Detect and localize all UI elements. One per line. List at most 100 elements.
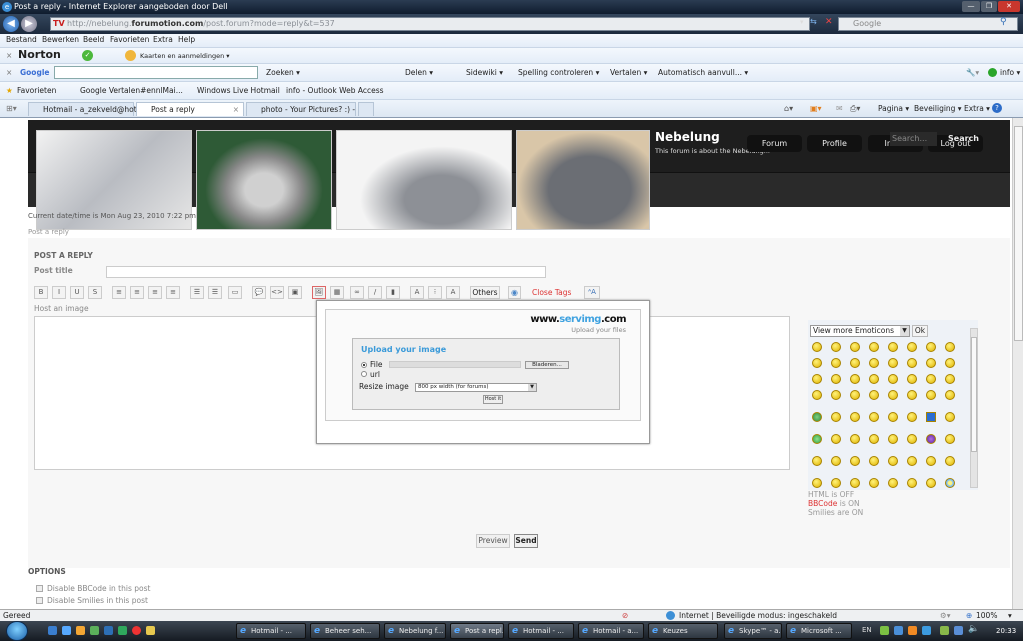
page-scrollbar[interactable]: [1012, 118, 1023, 609]
emoticon-icon[interactable]: [945, 478, 955, 488]
settings-icon[interactable]: ⚙▾: [940, 610, 951, 621]
nav-profile[interactable]: Profile: [807, 135, 862, 152]
emoticon-icon[interactable]: [926, 434, 936, 444]
emoticon-icon[interactable]: [812, 342, 822, 352]
page-scroll-thumb[interactable]: [1014, 126, 1023, 341]
bbcode-link[interactable]: BBCode: [808, 499, 837, 508]
tab-hotmail[interactable]: Hotmail - a_zekveld@hot...: [28, 102, 144, 116]
align-center-button[interactable]: ≡: [130, 286, 144, 299]
zoom-icon[interactable]: ⊕: [966, 610, 972, 621]
google-info[interactable]: info ▾: [1000, 67, 1020, 79]
emoticon-icon[interactable]: [812, 434, 822, 444]
window-switch-icon[interactable]: [104, 626, 113, 635]
media-player-icon[interactable]: [76, 626, 85, 635]
forum-search-input[interactable]: Search...: [890, 132, 937, 146]
emoticons-ok-button[interactable]: Ok: [912, 325, 928, 337]
emoticon-icon[interactable]: [926, 358, 936, 368]
emoticon-icon[interactable]: [869, 434, 879, 444]
emoticon-icon[interactable]: [869, 478, 879, 488]
emoticon-icon[interactable]: [888, 358, 898, 368]
address-input[interactable]: TV http://nebelung.forumotion.com/post.f…: [50, 17, 810, 31]
emoticons-scrollbar[interactable]: [970, 328, 978, 488]
google-search-input[interactable]: [54, 66, 258, 79]
preview-button[interactable]: Preview: [476, 534, 510, 548]
line-button[interactable]: ▭: [228, 286, 242, 299]
favorite-outlook[interactable]: info - Outlook Web Access: [286, 85, 384, 97]
bullet-list-button[interactable]: ☰: [190, 286, 204, 299]
emoticon-icon[interactable]: [850, 342, 860, 352]
emoticon-icon[interactable]: [831, 390, 841, 400]
restore-button[interactable]: ❐: [981, 1, 997, 12]
refresh-icon[interactable]: ⇆: [810, 17, 817, 26]
taskbar-task[interactable]: Nebelung f...: [384, 623, 446, 639]
mail-icon[interactable]: ✉: [836, 104, 843, 113]
zoom-level[interactable]: 100%: [976, 610, 997, 621]
emoticon-icon[interactable]: [812, 358, 822, 368]
emoticon-icon[interactable]: [945, 456, 955, 466]
forward-button[interactable]: ▶: [21, 16, 37, 32]
file-path-input[interactable]: [389, 361, 521, 368]
popup-blocker-icon[interactable]: ⊘: [622, 610, 628, 621]
tab-post-a-reply[interactable]: Post a reply ×: [136, 102, 244, 116]
emoticon-icon[interactable]: [812, 390, 822, 400]
taskbar-task[interactable]: Keuzes: [648, 623, 718, 639]
font-button[interactable]: ⁝: [428, 286, 442, 299]
emoticon-icon[interactable]: [888, 412, 898, 422]
checkbox[interactable]: [36, 585, 43, 592]
justify-button[interactable]: ≡: [166, 286, 180, 299]
google-vertalen[interactable]: Vertalen ▾: [610, 67, 647, 79]
wrench-icon[interactable]: 🔧▾: [966, 67, 979, 79]
emoticons-select[interactable]: View more Emoticons ▼: [810, 325, 910, 337]
emoticon-icon[interactable]: [812, 374, 822, 384]
emoticon-icon[interactable]: [850, 456, 860, 466]
search-engine-input[interactable]: Google: [838, 17, 1018, 31]
emoticon-icon[interactable]: [888, 390, 898, 400]
close-toolbar-icon[interactable]: ×: [6, 50, 12, 62]
tray-icon[interactable]: [894, 626, 903, 635]
favorites-button[interactable]: Favorieten: [17, 85, 56, 97]
flash-button[interactable]: /: [368, 286, 382, 299]
emoticon-icon[interactable]: [869, 374, 879, 384]
security-menu[interactable]: Beveiliging ▾: [914, 104, 962, 113]
emoticons-scroll-thumb[interactable]: [971, 337, 977, 452]
browse-button[interactable]: Bladeren...: [525, 361, 569, 369]
emoticon-icon[interactable]: [926, 478, 936, 488]
page-menu[interactable]: Pagina ▾: [878, 104, 909, 113]
option-disable-bbcode[interactable]: Disable BBCode in this post: [36, 584, 150, 593]
taskbar-task[interactable]: Post a repl...: [450, 623, 504, 639]
emoticon-icon[interactable]: [926, 456, 936, 466]
forum-search-button[interactable]: Search: [948, 132, 984, 146]
emoticon-toggle-icon[interactable]: ◉: [508, 286, 521, 299]
favorite-google-vertalen[interactable]: Google Vertalen#ennlMai...: [80, 85, 183, 97]
emoticon-icon[interactable]: [926, 342, 936, 352]
google-delen[interactable]: Delen ▾: [405, 67, 433, 79]
emoticon-icon[interactable]: [869, 358, 879, 368]
taskbar-task[interactable]: Skype™ - a...: [724, 623, 782, 639]
italic-button[interactable]: I: [52, 286, 66, 299]
emoticon-icon[interactable]: [926, 390, 936, 400]
emoticon-icon[interactable]: [812, 412, 822, 422]
emoticon-icon[interactable]: [869, 412, 879, 422]
others-button[interactable]: Others: [470, 286, 500, 299]
url-radio[interactable]: [361, 371, 367, 377]
align-right-button[interactable]: ≡: [148, 286, 162, 299]
emoticon-icon[interactable]: [831, 456, 841, 466]
google-sidewiki[interactable]: Sidewiki ▾: [466, 67, 503, 79]
menu-bestand[interactable]: Bestand: [6, 34, 37, 46]
strike-button[interactable]: S: [88, 286, 102, 299]
emoticon-icon[interactable]: [907, 478, 917, 488]
code-button[interactable]: <>: [270, 286, 284, 299]
favorite-hotmail[interactable]: Windows Live Hotmail: [197, 85, 280, 97]
send-button[interactable]: Send: [514, 534, 538, 548]
host-image-button[interactable]: 🖼: [312, 286, 326, 299]
address-dropdown-icon[interactable]: ▾: [800, 18, 804, 26]
host-it-button[interactable]: Host it: [483, 395, 503, 404]
help-icon[interactable]: ?: [992, 103, 1002, 113]
emoticon-icon[interactable]: [888, 478, 898, 488]
notes-icon[interactable]: [146, 626, 155, 635]
security-zone[interactable]: Internet | Beveiligde modus: ingeschakel…: [679, 610, 837, 621]
norton-brand[interactable]: Norton: [18, 49, 61, 61]
emoticon-icon[interactable]: [945, 374, 955, 384]
resize-select[interactable]: 800 px width (for forums) ▼: [415, 383, 537, 392]
tray-icon[interactable]: [922, 626, 931, 635]
